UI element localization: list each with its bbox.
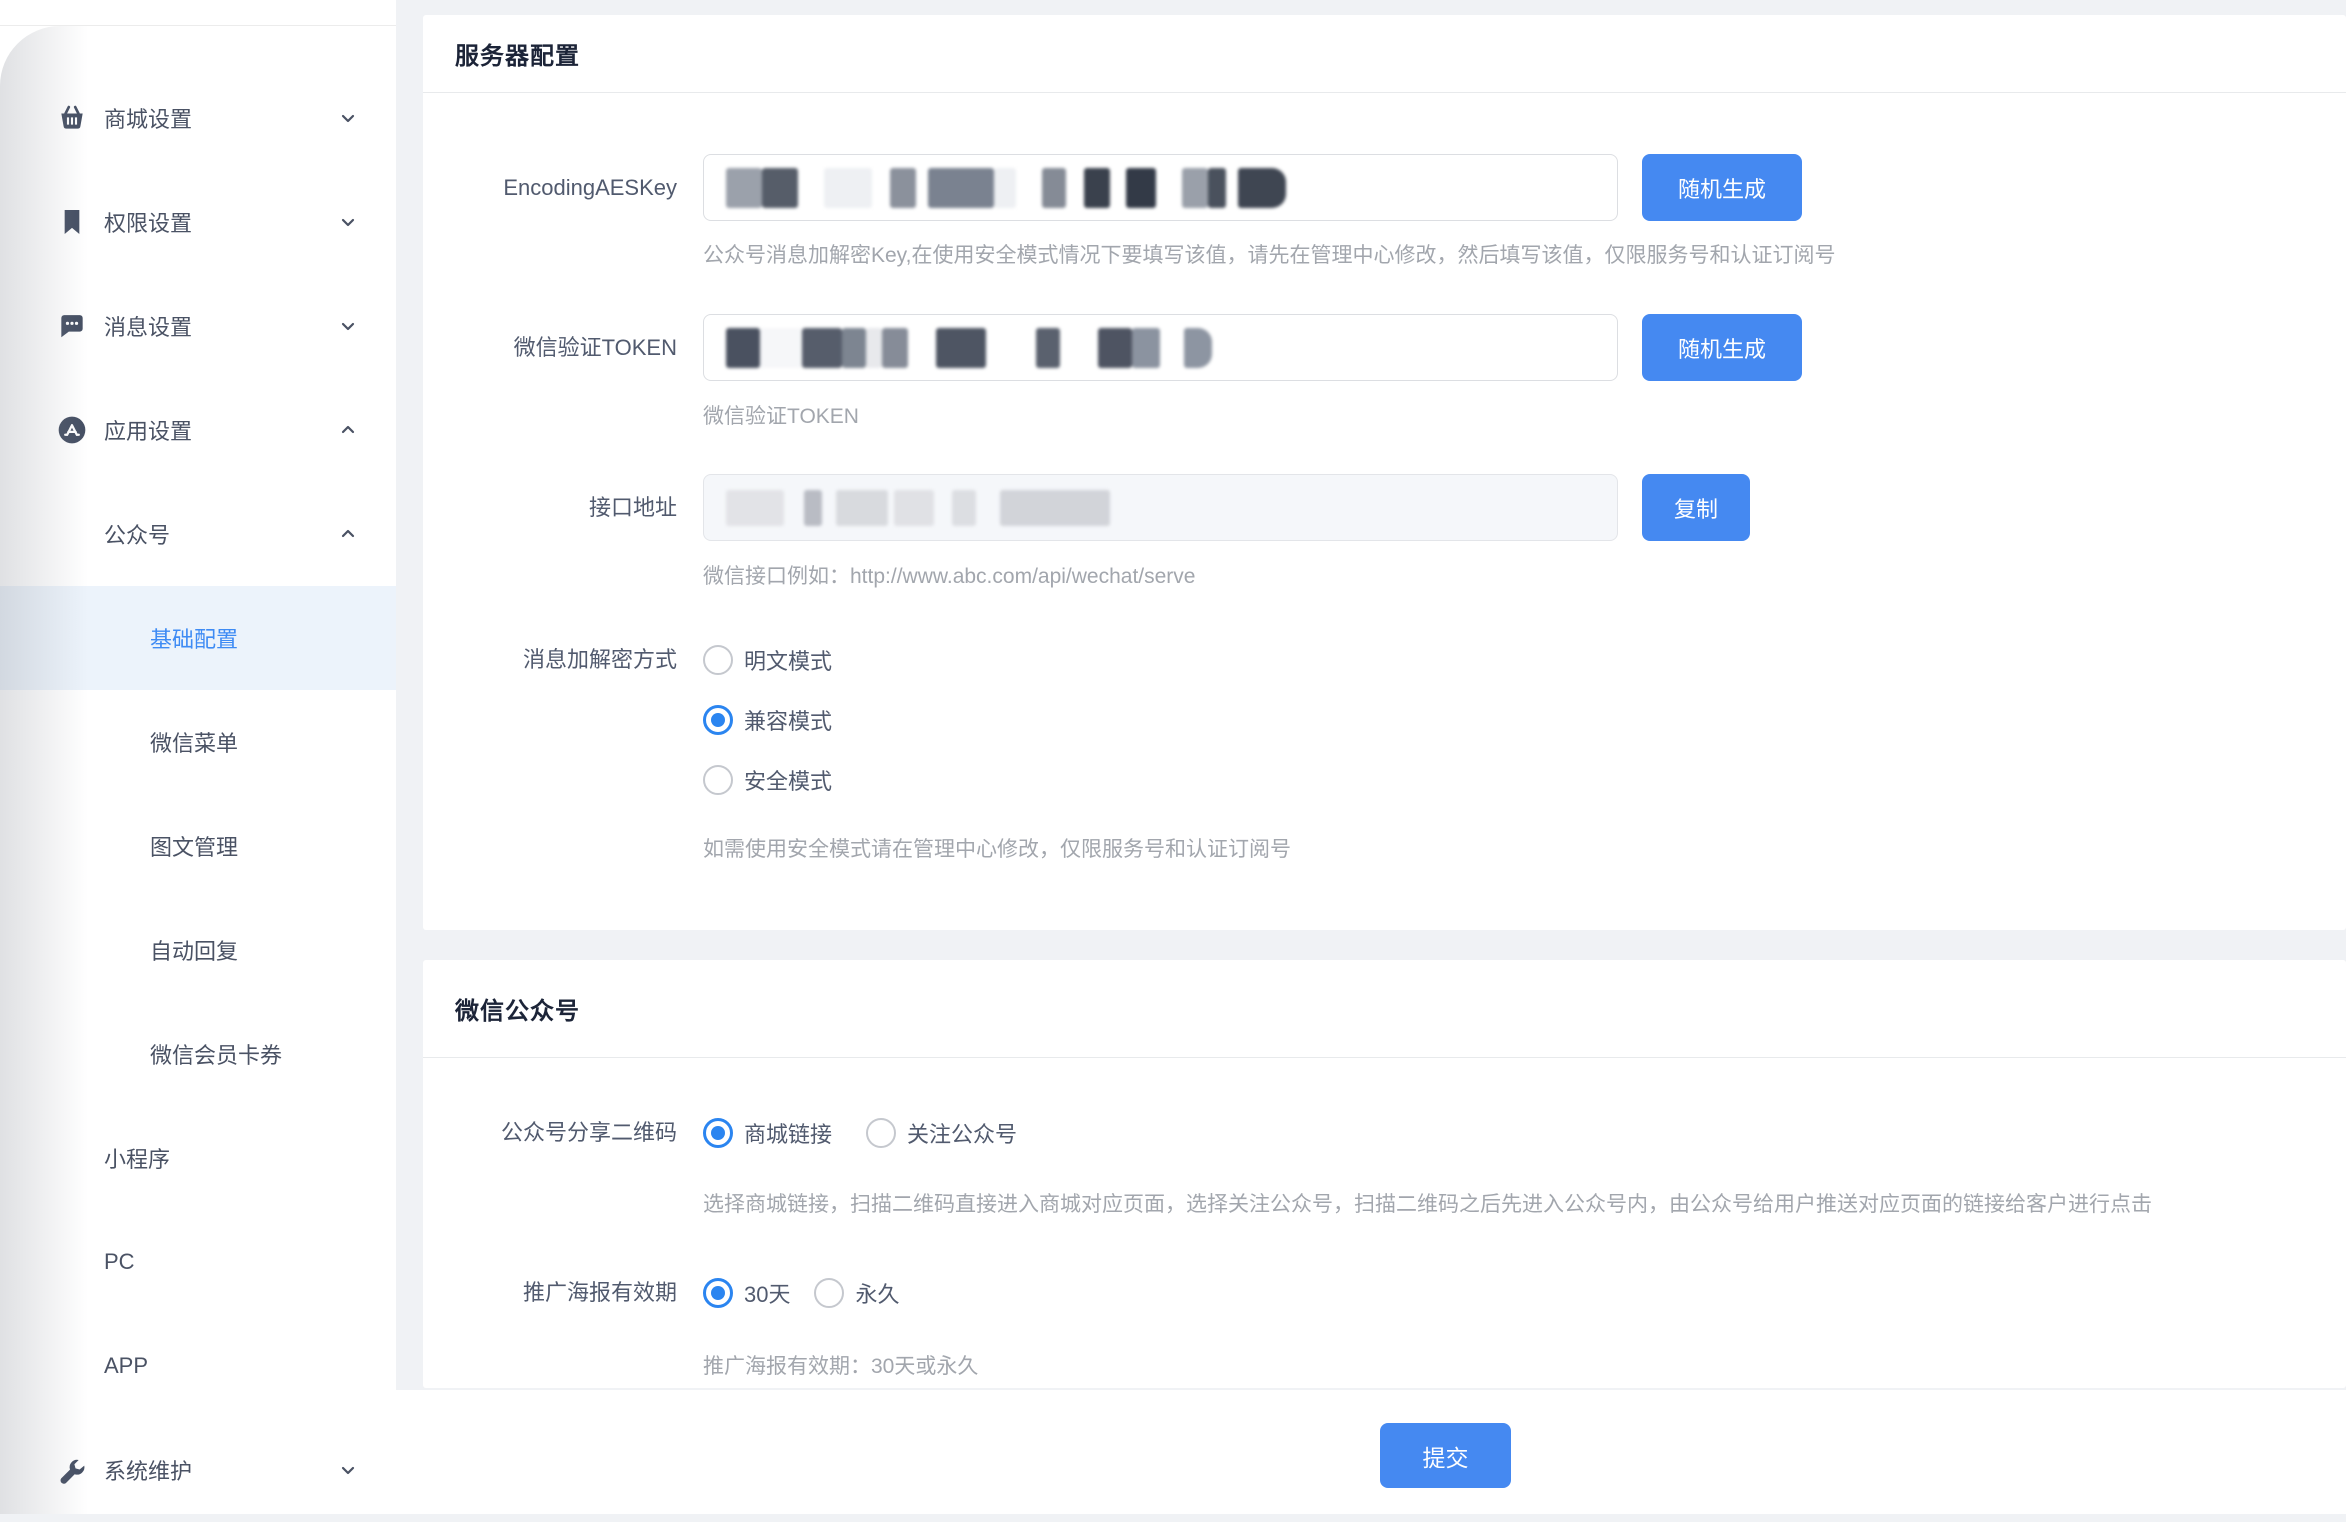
- form-row-share-qrcode: 公众号分享二维码 商城链接 关注公众号 选择商城链: [423, 1117, 2346, 1220]
- chevron-up-icon: [336, 522, 360, 546]
- radio-permanent[interactable]: 永久: [814, 1277, 899, 1309]
- card-header: 服务器配置: [423, 15, 2346, 93]
- sidebar-item-official-account[interactable]: 公众号: [0, 482, 396, 586]
- form-row-api-url: 接口地址 复制 微信接口例如：http://www.abc.com/api/we…: [423, 474, 2346, 592]
- sidebar-item-mini-program[interactable]: 小程序: [0, 1106, 396, 1210]
- wechat-mp-card: 微信公众号 公众号分享二维码 商城链接 关注公众号: [423, 960, 2346, 1388]
- appstore-icon: [56, 414, 88, 446]
- sidebar-item-app-settings[interactable]: 应用设置: [0, 378, 396, 482]
- chevron-down-icon: [336, 314, 360, 338]
- form-row-poster-validity: 推广海报有效期 30天 永久 推广海报有效期：30: [423, 1277, 2346, 1382]
- sidebar-item-system-maintenance[interactable]: 系统维护: [0, 1418, 396, 1522]
- radio-compatible-mode[interactable]: 兼容模式: [703, 704, 2346, 736]
- sidebar-item-label: 商城设置: [104, 102, 192, 134]
- generate-button[interactable]: 随机生成: [1642, 154, 1802, 221]
- sidebar-item-label: 公众号: [104, 518, 170, 550]
- radio-safe-mode[interactable]: 安全模式: [703, 764, 2346, 796]
- field-label: 微信验证TOKEN: [423, 314, 677, 432]
- field-help: 推广海报有效期：30天或永久: [703, 1352, 2346, 1382]
- field-label: 公众号分享二维码: [423, 1117, 677, 1220]
- radio-icon: [703, 1278, 733, 1308]
- radio-icon: [703, 645, 733, 675]
- card-header: 微信公众号: [423, 960, 2346, 1058]
- sidebar-item-article-management[interactable]: 图文管理: [0, 794, 396, 898]
- card-title: 服务器配置: [455, 36, 580, 71]
- radio-icon: [703, 1118, 733, 1148]
- radio-icon: [866, 1118, 896, 1148]
- field-help: 微信接口例如：http://www.abc.com/api/wechat/ser…: [703, 562, 2346, 592]
- sidebar-top-strip: [0, 0, 396, 26]
- sidebar-item-label: 自动回复: [150, 934, 238, 966]
- sidebar-item-label: PC: [104, 1249, 135, 1275]
- chevron-down-icon: [336, 210, 360, 234]
- sidebar-item-label: 小程序: [104, 1142, 170, 1174]
- sidebar-item-basic-config[interactable]: 基础配置: [0, 586, 396, 690]
- sidebar-menu: 商城设置 权限设置 消息设置: [0, 26, 396, 1522]
- field-label: 消息加解密方式: [423, 644, 677, 865]
- sidebar-item-label: 消息设置: [104, 310, 192, 342]
- sidebar: 商城设置 权限设置 消息设置: [0, 0, 396, 1514]
- field-help: 微信验证TOKEN: [703, 402, 2346, 432]
- redacted-value: [726, 328, 1212, 368]
- sidebar-item-label: 系统维护: [104, 1454, 192, 1486]
- form-row-wechat-token: 微信验证TOKEN 随机生成 微信验证TOKEN: [423, 314, 2346, 432]
- field-help: 选择商城链接，扫描二维码直接进入商城对应页面，选择关注公众号，扫描二维码之后先进…: [703, 1190, 2346, 1220]
- sidebar-item-message-settings[interactable]: 消息设置: [0, 274, 396, 378]
- redacted-value: [726, 488, 1110, 528]
- chevron-down-icon: [336, 106, 360, 130]
- chevron-up-icon: [336, 418, 360, 442]
- field-help: 公众号消息加解密Key,在使用安全模式情况下要填写该值，请先在管理中心修改，然后…: [703, 241, 2346, 271]
- token-input[interactable]: [703, 314, 1618, 381]
- radio-plain-mode[interactable]: 明文模式: [703, 644, 2346, 676]
- sidebar-item-permission-settings[interactable]: 权限设置: [0, 170, 396, 274]
- field-label: 推广海报有效期: [423, 1277, 677, 1382]
- sidebar-item-label: 微信会员卡券: [150, 1038, 282, 1070]
- main-area: 服务器配置 EncodingAESKey 随机生成: [396, 0, 2346, 1514]
- redacted-value: [726, 168, 1286, 208]
- copy-button[interactable]: 复制: [1642, 474, 1750, 541]
- radio-30-days[interactable]: 30天: [703, 1277, 790, 1309]
- field-label: 接口地址: [423, 474, 677, 592]
- page-footer: 提交: [396, 1390, 2346, 1514]
- basket-icon: [56, 102, 88, 134]
- sidebar-item-label: 基础配置: [150, 622, 238, 654]
- api-url-input: [703, 474, 1618, 541]
- sidebar-item-shop-settings[interactable]: 商城设置: [0, 66, 396, 170]
- sidebar-item-label: 应用设置: [104, 414, 192, 446]
- form-row-encrypt-mode: 消息加解密方式 明文模式 兼容模式: [423, 644, 2346, 865]
- chevron-down-icon: [336, 1458, 360, 1482]
- wrench-icon: [56, 1454, 88, 1486]
- bookmark-icon: [56, 206, 88, 238]
- message-icon: [56, 310, 88, 342]
- card-title: 微信公众号: [455, 991, 580, 1026]
- submit-button[interactable]: 提交: [1380, 1423, 1511, 1488]
- radio-icon: [703, 765, 733, 795]
- field-help: 如需使用安全模式请在管理中心修改，仅限服务号和认证订阅号: [703, 835, 2346, 865]
- sidebar-item-label: APP: [104, 1353, 148, 1379]
- field-label: EncodingAESKey: [423, 154, 677, 271]
- encodingaeskey-input[interactable]: [703, 154, 1618, 221]
- sidebar-item-label: 图文管理: [150, 830, 238, 862]
- sidebar-item-app[interactable]: APP: [0, 1314, 396, 1418]
- sidebar-item-auto-reply[interactable]: 自动回复: [0, 898, 396, 1002]
- sidebar-item-wechat-menu[interactable]: 微信菜单: [0, 690, 396, 794]
- radio-follow-account[interactable]: 关注公众号: [866, 1117, 1017, 1149]
- radio-mall-link[interactable]: 商城链接: [703, 1117, 832, 1149]
- radio-icon: [703, 705, 733, 735]
- server-config-card: 服务器配置 EncodingAESKey 随机生成: [423, 15, 2346, 930]
- generate-button[interactable]: 随机生成: [1642, 314, 1802, 381]
- content: 服务器配置 EncodingAESKey 随机生成: [396, 0, 2346, 1388]
- sidebar-item-pc[interactable]: PC: [0, 1210, 396, 1314]
- sidebar-item-label: 微信菜单: [150, 726, 238, 758]
- form-row-encodingaeskey: EncodingAESKey 随机生成 公众号消息加解密Key,在使用安全模式情…: [423, 154, 2346, 271]
- sidebar-item-wechat-member-card[interactable]: 微信会员卡券: [0, 1002, 396, 1106]
- sidebar-item-label: 权限设置: [104, 206, 192, 238]
- radio-icon: [814, 1278, 844, 1308]
